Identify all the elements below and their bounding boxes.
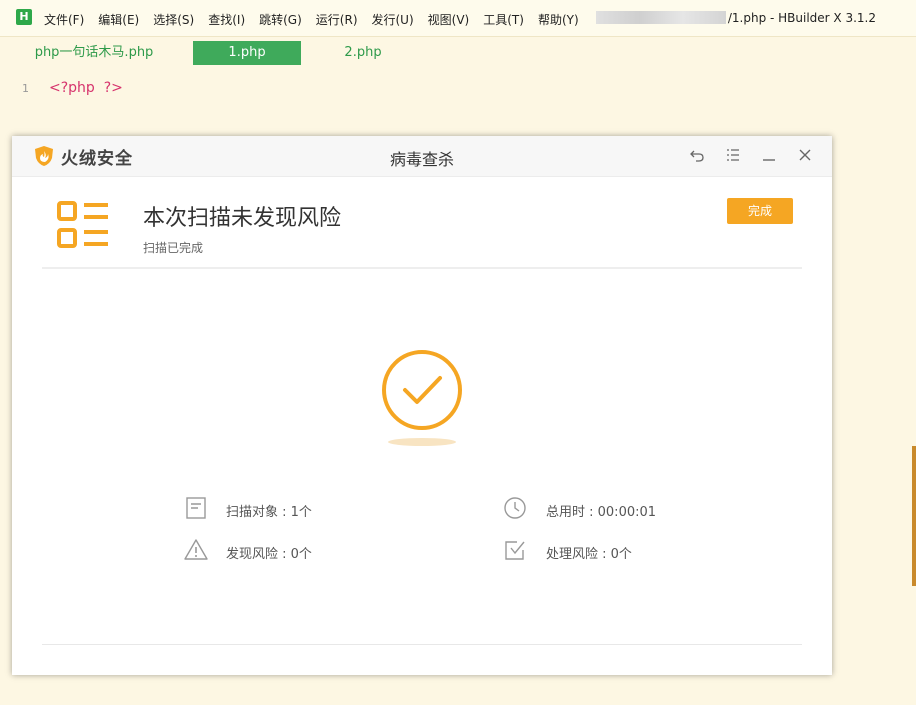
hbuilder-logo-icon: H — [16, 9, 32, 25]
result-subline: 扫描已完成 — [143, 241, 204, 255]
minimize-icon[interactable] — [760, 147, 778, 165]
code-line[interactable]: <?php ?> — [49, 80, 123, 96]
side-accent — [912, 446, 916, 586]
check-shadow — [388, 438, 456, 446]
menu-help[interactable]: 帮助(Y) — [538, 11, 579, 28]
window-title: /1.php - HBuilder X 3.1.2 — [595, 11, 876, 25]
tab-php-trojan[interactable]: php一句话木马.php — [30, 41, 158, 65]
tab-2-php[interactable]: 2.php — [330, 41, 396, 65]
menu-goto[interactable]: 跳转(G) — [259, 11, 302, 28]
clock-icon — [504, 497, 526, 519]
menu-items: 文件(F) 编辑(E) 选择(S) 查找(I) 跳转(G) 运行(R) 发行(U… — [44, 11, 593, 28]
redacted-path — [595, 11, 726, 24]
scan-object-icon — [186, 497, 206, 519]
menu-file[interactable]: 文件(F) — [44, 11, 84, 28]
menu-icon[interactable] — [724, 147, 742, 165]
stat-risks-handled: 处理风险 : 0个 — [546, 547, 632, 562]
result-headline: 本次扫描未发现风险 — [143, 206, 342, 231]
success-check-icon — [382, 350, 462, 430]
warning-icon — [184, 539, 208, 560]
done-button[interactable]: 完成 — [727, 198, 793, 224]
handled-check-icon — [505, 541, 525, 560]
line-number: 1 — [22, 82, 29, 95]
scan-report-icon — [57, 201, 108, 248]
menu-find[interactable]: 查找(I) — [208, 11, 245, 28]
menu-select[interactable]: 选择(S) — [153, 11, 194, 28]
bottom-divider — [42, 644, 802, 645]
dialog-title: 病毒查杀 — [389, 150, 454, 169]
menu-run[interactable]: 运行(R) — [316, 11, 358, 28]
menu-view[interactable]: 视图(V) — [428, 11, 470, 28]
menu-tools[interactable]: 工具(T) — [483, 11, 524, 28]
close-icon[interactable] — [796, 147, 814, 165]
back-icon[interactable] — [688, 147, 706, 165]
menu-bar: H 文件(F) 编辑(E) 选择(S) 查找(I) 跳转(G) 运行(R) 发行… — [0, 0, 916, 37]
stat-total-time: 总用时 : 00:00:01 — [546, 505, 657, 520]
stat-scan-objects: 扫描对象 : 1个 — [226, 505, 312, 520]
window-title-text: /1.php - HBuilder X 3.1.2 — [727, 11, 876, 25]
antivirus-dialog: 火绒安全 病毒查杀 本次扫描未发现风险 扫描已完成 完成 扫描对象: 1个 总… — [12, 136, 832, 675]
divider — [42, 267, 802, 269]
menu-edit[interactable]: 编辑(E) — [98, 11, 139, 28]
stat-risks-found: 发现风险 : 0个 — [226, 547, 312, 562]
menu-publish[interactable]: 发行(U) — [372, 11, 414, 28]
tab-1-php[interactable]: 1.php — [193, 41, 301, 65]
dialog-header: 火绒安全 病毒查杀 — [12, 136, 832, 177]
